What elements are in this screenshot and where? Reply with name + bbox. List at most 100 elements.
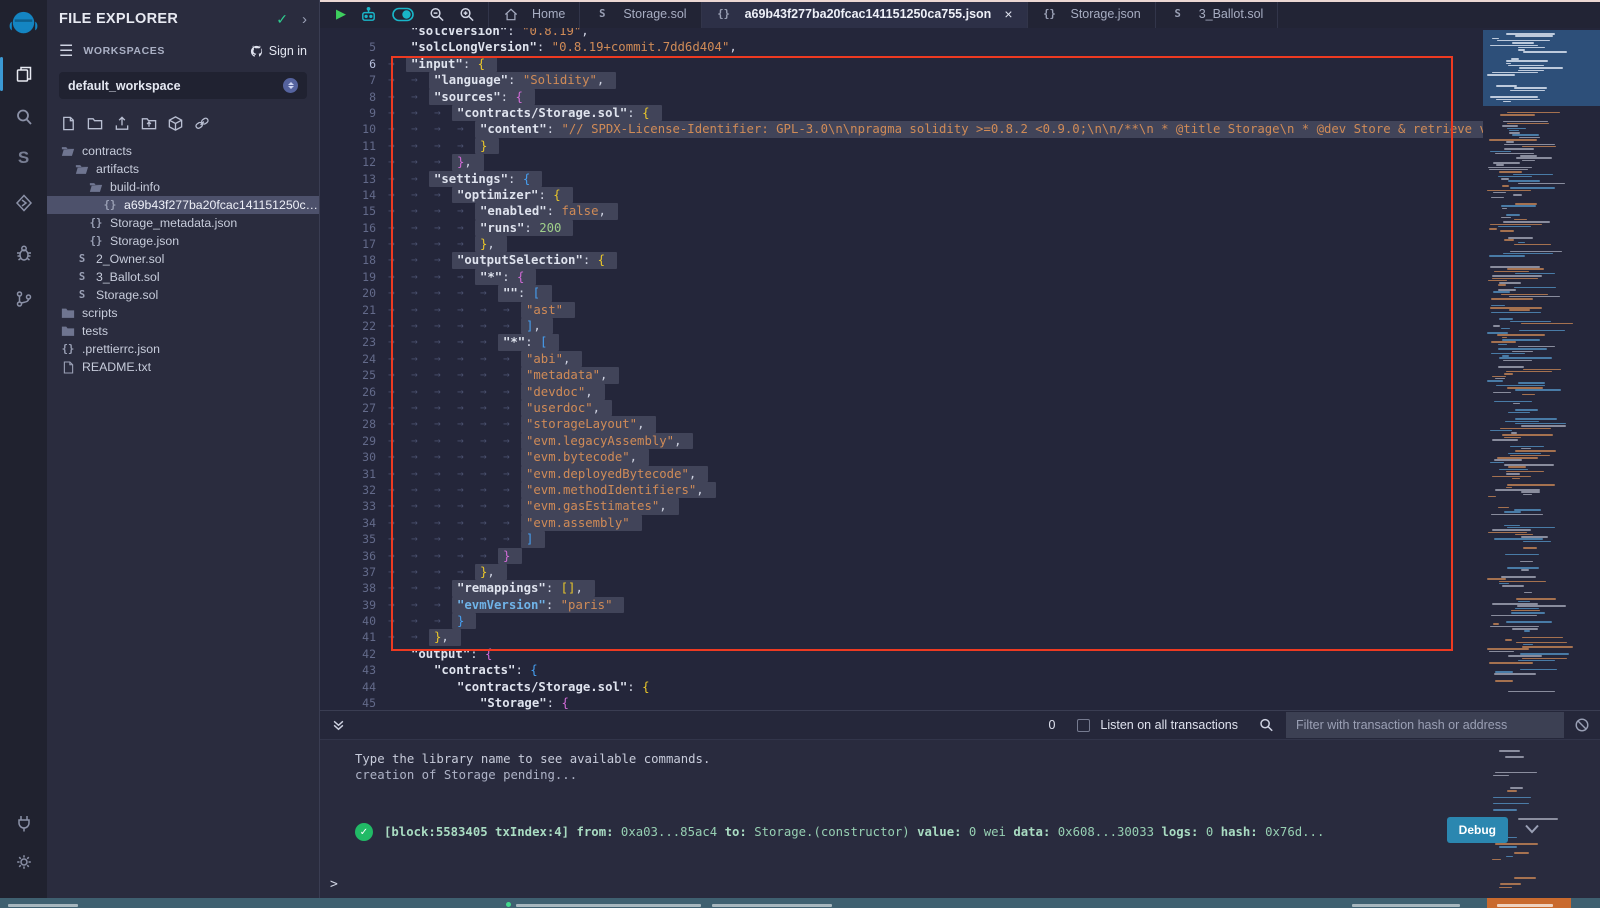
tree-item-3-ballot-sol[interactable]: S3_Ballot.sol	[47, 268, 319, 286]
search-icon[interactable]	[0, 100, 47, 134]
chevron-right-icon[interactable]: ›	[302, 11, 307, 28]
terminal-output[interactable]: Type the library name to see available c…	[320, 741, 1600, 898]
code-line-39[interactable]: →→→"evmVersion": "paris"	[388, 597, 1483, 613]
tab-storage-json[interactable]: {}Storage.json	[1027, 0, 1156, 28]
code-line-19[interactable]: →→→→"*": {	[388, 269, 1483, 285]
zoom-in-icon[interactable]	[458, 6, 475, 23]
code-line-22[interactable]: →→→→→→],	[388, 318, 1483, 334]
code-line-41[interactable]: →→},	[388, 629, 1483, 645]
main-area: ▶ HomeSStorage.sol{}a69b43f277ba20fcac14…	[320, 0, 1600, 898]
tree-item-artifacts[interactable]: artifacts	[47, 160, 319, 178]
code-line-44[interactable]: "contracts/Storage.sol": {	[388, 679, 1483, 695]
code-line-14[interactable]: →→→"optimizer": {	[388, 187, 1483, 203]
code-line-16[interactable]: →→→→"runs": 200	[388, 220, 1483, 236]
run-script-icon[interactable]: ▶	[336, 6, 346, 22]
tab-3-ballot-sol[interactable]: S3_Ballot.sol	[1155, 0, 1279, 28]
workspace-select[interactable]: default_workspace	[59, 72, 307, 99]
code-editor[interactable]: 5678910111213141516171819202122232425262…	[320, 28, 1600, 710]
code-line-29[interactable]: →→→→→→"evm.legacyAssembly",	[388, 433, 1483, 449]
code-line-27[interactable]: →→→→→→"userdoc",	[388, 400, 1483, 416]
solidity-compiler-icon[interactable]: S	[0, 141, 47, 175]
deploy-run-icon[interactable]	[0, 186, 47, 220]
transaction-log-row[interactable]: ✓ [block:5583405 txIndex:4] from: 0xa03.…	[320, 823, 1600, 841]
tree-item-2-owner-sol[interactable]: S2_Owner.sol	[47, 250, 319, 268]
debugger-icon[interactable]	[0, 236, 47, 270]
zoom-out-icon[interactable]	[428, 6, 445, 23]
code-line-31[interactable]: →→→→→→"evm.deployedBytecode",	[388, 466, 1483, 482]
code-line-42[interactable]: "output": {	[388, 646, 1483, 662]
terminal-prompt[interactable]: >	[330, 877, 338, 892]
terminal-search-icon[interactable]	[1258, 717, 1274, 733]
code-line-8[interactable]: →→"sources": {	[388, 89, 1483, 105]
remix-logo-icon[interactable]	[4, 5, 43, 44]
github-sign-in-button[interactable]: Sign in	[249, 44, 307, 58]
code-line-38[interactable]: →→→"remappings": [],	[388, 580, 1483, 596]
code-line-13[interactable]: →→"settings": {	[388, 171, 1483, 187]
tree-item-storage-metadata-json[interactable]: {}Storage_metadata.json	[47, 214, 319, 232]
new-file-icon[interactable]	[60, 115, 77, 132]
code-line-4[interactable]: "solcVersion": "0.8.19",	[388, 28, 1483, 39]
clear-console-icon[interactable]	[1574, 717, 1590, 733]
expand-transaction-chevron[interactable]	[1524, 821, 1540, 839]
code-line-21[interactable]: →→→→→→"ast"	[388, 302, 1483, 318]
toggle-switch-icon[interactable]	[391, 6, 415, 23]
listen-all-transactions-checkbox[interactable]	[1077, 719, 1090, 732]
transaction-filter-input[interactable]	[1286, 712, 1564, 738]
code-line-37[interactable]: →→→→},	[388, 564, 1483, 580]
file-explorer-icon[interactable]	[0, 57, 47, 91]
tree-item-a69b43f277ba20fcac141151250ca7-[interactable]: {}a69b43f277ba20fcac141151250ca7...	[47, 196, 319, 214]
code-line-28[interactable]: →→→→→→"storageLayout",	[388, 416, 1483, 432]
ai-assistant-icon[interactable]	[359, 5, 378, 24]
code-line-20[interactable]: →→→→→"": [	[388, 285, 1483, 301]
code-line-12[interactable]: →→→},	[388, 154, 1483, 170]
upload-file-icon[interactable]	[113, 115, 131, 132]
code-line-24[interactable]: →→→→→→"abi",	[388, 351, 1483, 367]
code-line-45[interactable]: "Storage": {	[388, 695, 1483, 710]
code-line-43[interactable]: "contracts": {	[388, 662, 1483, 678]
debug-button[interactable]: Debug	[1447, 817, 1508, 843]
tree-item-tests[interactable]: tests	[47, 322, 319, 340]
code-line-15[interactable]: →→→→"enabled": false,	[388, 203, 1483, 219]
link-icon[interactable]	[193, 115, 211, 132]
new-folder-icon[interactable]	[86, 115, 104, 132]
code-line-7[interactable]: →→"language": "Solidity",	[388, 72, 1483, 88]
close-tab-icon[interactable]: ×	[1004, 6, 1012, 22]
tree-item-contracts[interactable]: contracts	[47, 142, 319, 160]
plugin-manager-icon[interactable]	[0, 806, 47, 840]
code-line-10[interactable]: →→→→"content": "// SPDX-License-Identifi…	[388, 121, 1483, 137]
code-line-34[interactable]: →→→→→→"evm.assembly"	[388, 515, 1483, 531]
tree-item-readme-txt[interactable]: README.txt	[47, 358, 319, 376]
tab-a69b43f277ba20fcac141151250ca755-json[interactable]: {}a69b43f277ba20fcac141151250ca755.json×	[701, 0, 1028, 28]
code-line-26[interactable]: →→→→→→"devdoc",	[388, 384, 1483, 400]
tree-item-scripts[interactable]: scripts	[47, 304, 319, 322]
minimap-line	[1498, 507, 1509, 509]
tab-storage-sol[interactable]: SStorage.sol	[579, 0, 701, 28]
code-line-11[interactable]: →→→→}	[388, 138, 1483, 154]
minimap[interactable]	[1483, 28, 1600, 710]
hamburger-menu-icon[interactable]: ☰	[59, 41, 73, 61]
code-line-23[interactable]: →→→→→"*": [	[388, 334, 1483, 350]
git-icon[interactable]	[0, 282, 47, 316]
code-line-18[interactable]: →→→"outputSelection": {	[388, 252, 1483, 268]
code-line-35[interactable]: →→→→→→]	[388, 531, 1483, 547]
code-content[interactable]: "solcVersion": "0.8.19","solcLongVersion…	[388, 28, 1483, 710]
code-line-40[interactable]: →→→}	[388, 613, 1483, 629]
code-line-6[interactable]: →"input": {	[388, 56, 1483, 72]
upload-folder-icon[interactable]	[140, 115, 158, 132]
tree-item-storage-json[interactable]: {}Storage.json	[47, 232, 319, 250]
code-line-9[interactable]: →→→"contracts/Storage.sol": {	[388, 105, 1483, 121]
code-line-25[interactable]: →→→→→→"metadata",	[388, 367, 1483, 383]
tree-item-storage-sol[interactable]: SStorage.sol	[47, 286, 319, 304]
tab-home[interactable]: Home	[488, 0, 580, 28]
code-line-17[interactable]: →→→→},	[388, 236, 1483, 252]
code-line-33[interactable]: →→→→→→"evm.gasEstimates",	[388, 498, 1483, 514]
tree-item-build-info[interactable]: build-info	[47, 178, 319, 196]
code-line-36[interactable]: →→→→→}	[388, 548, 1483, 564]
tree-item--prettierrc-json[interactable]: {}.prettierrc.json	[47, 340, 319, 358]
settings-gear-icon[interactable]	[0, 845, 47, 879]
collapse-terminal-icon[interactable]	[332, 720, 345, 731]
code-line-5[interactable]: "solcLongVersion": "0.8.19+commit.7dd6d4…	[388, 39, 1483, 55]
cube-icon[interactable]	[167, 115, 184, 132]
code-line-30[interactable]: →→→→→→"evm.bytecode",	[388, 449, 1483, 465]
code-line-32[interactable]: →→→→→→"evm.methodIdentifiers",	[388, 482, 1483, 498]
